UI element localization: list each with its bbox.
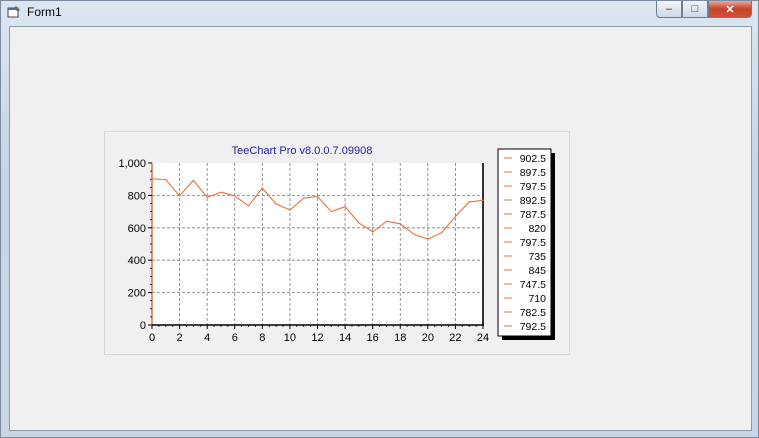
legend-item-label: 797.5 xyxy=(520,237,546,249)
data-point xyxy=(399,223,401,225)
data-point xyxy=(206,196,208,199)
legend-item-label: 897.5 xyxy=(520,167,546,179)
title-bar[interactable]: Form1 ‒ □ ✕ xyxy=(1,1,758,25)
legend-item-label: 792.5 xyxy=(520,321,546,333)
y-tick-label: 200 xyxy=(128,288,146,300)
x-tick-label: 2 xyxy=(177,332,183,344)
window-controls: ‒ □ ✕ xyxy=(656,1,752,19)
y-tick-label: 1,000 xyxy=(118,158,146,170)
teechart-control[interactable]: TeeChart Pro v8.0.0.7.09908 0 2 4 6 8 10 12 14 1… xyxy=(104,131,570,355)
data-point xyxy=(441,232,443,234)
data-point xyxy=(482,199,484,201)
maximize-icon: □ xyxy=(691,3,699,15)
data-point xyxy=(247,205,250,207)
legend-item-label: 710 xyxy=(528,293,546,305)
legend-item-label: 820 xyxy=(528,223,546,235)
data-point xyxy=(234,195,236,197)
data-point xyxy=(372,231,374,233)
data-point xyxy=(178,195,181,197)
form-icon xyxy=(7,6,20,18)
legend-item-label: 845 xyxy=(528,265,546,277)
chart-legend: 902.5 897.5 797.5 892.5 787.5 820 797.5 735 845 7… xyxy=(497,148,552,337)
legend-item-label: 902.5 xyxy=(520,153,546,165)
minimize-button[interactable]: ‒ xyxy=(656,1,682,18)
data-point xyxy=(454,215,457,218)
data-point xyxy=(330,211,332,213)
x-tick-label: 16 xyxy=(367,332,379,344)
x-tick-label: 14 xyxy=(339,332,351,344)
data-point xyxy=(344,206,346,208)
x-tick-label: 4 xyxy=(204,332,210,344)
maximize-button[interactable]: □ xyxy=(682,1,708,18)
x-tick-label: 0 xyxy=(149,332,155,344)
data-point xyxy=(192,179,194,182)
y-tick-label: 600 xyxy=(128,223,146,235)
data-point xyxy=(151,178,153,180)
legend-item-label: 787.5 xyxy=(520,209,546,221)
x-tick-label: 8 xyxy=(259,332,265,344)
data-point xyxy=(261,187,263,189)
data-point xyxy=(413,233,415,235)
legend-item-label: 797.5 xyxy=(520,181,546,193)
x-tick-label: 18 xyxy=(394,332,406,344)
close-icon: ✕ xyxy=(725,3,735,16)
minimize-icon: ‒ xyxy=(665,3,673,15)
y-tick-label: 800 xyxy=(128,190,146,202)
legend-item-label: 735 xyxy=(528,251,546,263)
chart-svg: TeeChart Pro v8.0.0.7.09908 0 2 4 6 8 10 12 14 1… xyxy=(118,145,552,344)
data-point xyxy=(220,191,222,193)
data-point xyxy=(165,179,167,181)
legend-item-label: 747.5 xyxy=(520,279,546,291)
data-point xyxy=(275,203,277,205)
data-point xyxy=(289,209,291,211)
data-point xyxy=(316,196,319,198)
x-tick-label: 20 xyxy=(422,332,434,344)
y-tick-label: 400 xyxy=(128,255,146,267)
legend-item-label: 892.5 xyxy=(520,195,546,207)
x-tick-label: 22 xyxy=(449,332,461,344)
chart-title: TeeChart Pro v8.0.0.7.09908 xyxy=(232,145,373,157)
x-tick-label: 12 xyxy=(311,332,323,344)
data-point xyxy=(427,238,429,240)
x-tick-label: 24 xyxy=(477,332,489,344)
y-tick-label: 0 xyxy=(140,320,146,332)
data-point xyxy=(468,201,470,203)
close-button[interactable]: ✕ xyxy=(708,1,752,18)
x-tick-label: 10 xyxy=(284,332,296,344)
chart-grid xyxy=(152,163,483,325)
data-point xyxy=(385,220,388,222)
x-tick-label: 6 xyxy=(232,332,238,344)
app-window: Form1 ‒ □ ✕ TeeChart Pro v8.0.0.7.09908 … xyxy=(0,0,759,438)
data-point xyxy=(358,222,360,224)
data-point xyxy=(303,197,305,199)
legend-item-label: 782.5 xyxy=(520,307,546,319)
window-title: Form1 xyxy=(27,5,62,19)
